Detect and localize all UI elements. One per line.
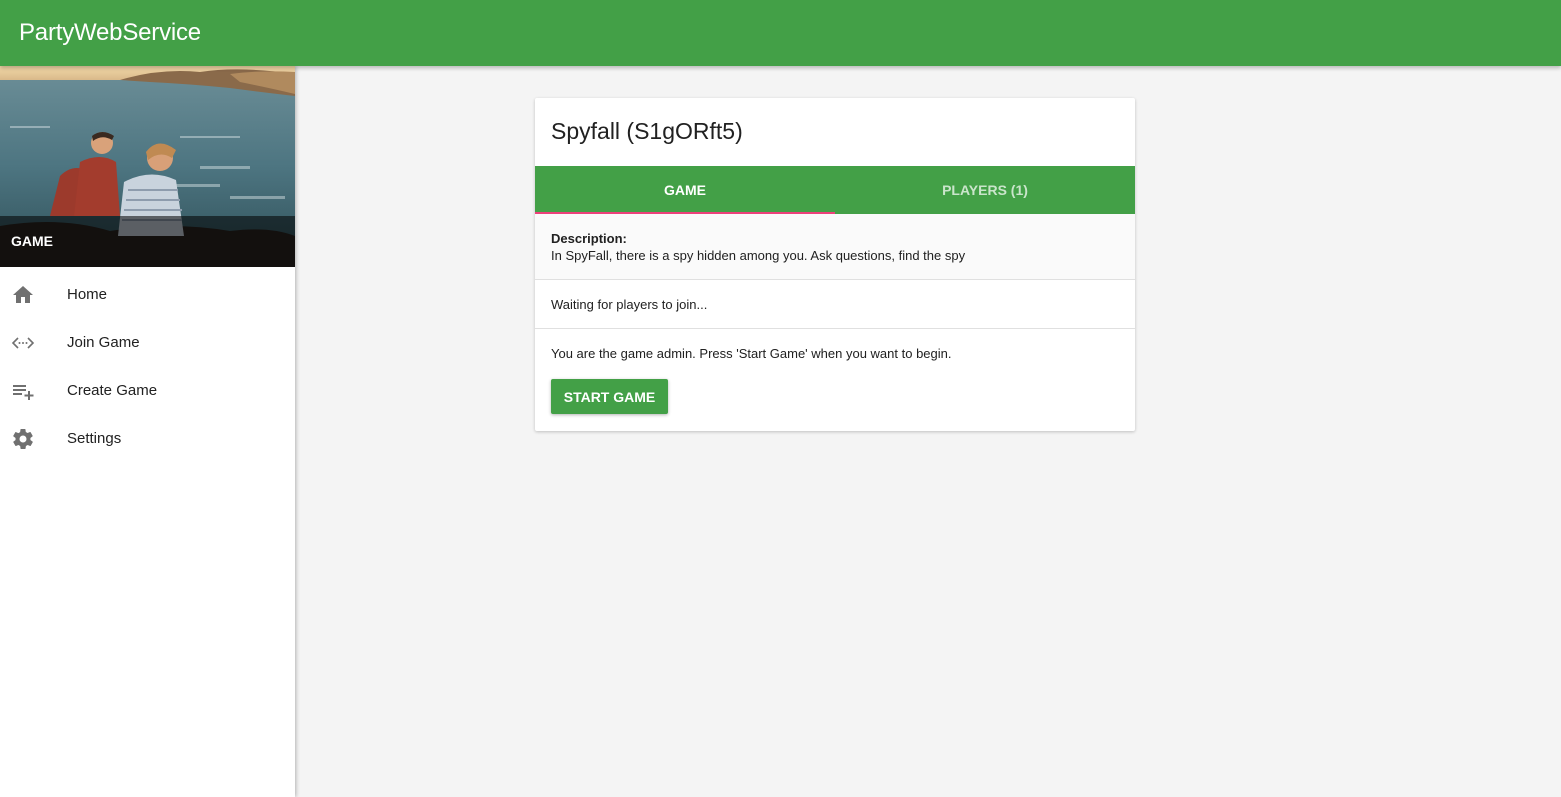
- status-text: Waiting for players to join...: [551, 297, 708, 312]
- join-code-icon: [11, 331, 35, 355]
- status-section: Waiting for players to join...: [535, 280, 1135, 329]
- sidebar-item-label: Home: [67, 286, 108, 303]
- description-text: In SpyFall, there is a spy hidden among …: [551, 248, 966, 263]
- sidebar: GAME Home Join Game Create Game Settings: [0, 66, 295, 797]
- sidebar-header-title: GAME: [11, 233, 53, 249]
- sidebar-nav: Home Join Game Create Game Settings: [0, 267, 295, 462]
- sidebar-item-label: Join Game: [67, 334, 140, 351]
- start-game-button[interactable]: START GAME: [551, 379, 668, 414]
- tab-game[interactable]: GAME: [535, 166, 835, 214]
- sidebar-item-label: Create Game: [67, 382, 158, 399]
- description-section: Description: In SpyFall, there is a spy …: [535, 214, 1135, 280]
- sidebar-item-label: Settings: [67, 430, 122, 447]
- sidebar-item-settings[interactable]: Settings: [0, 414, 295, 462]
- home-icon: [11, 283, 35, 307]
- app-title: PartyWebService: [19, 19, 201, 46]
- admin-text: You are the game admin. Press 'Start Gam…: [551, 346, 952, 361]
- tab-players[interactable]: PLAYERS (1): [835, 166, 1135, 214]
- game-title: Spyfall (S1gORft5): [551, 118, 743, 144]
- app-bar: PartyWebService: [0, 0, 1561, 66]
- sidebar-header: GAME: [0, 66, 295, 267]
- game-card: Spyfall (S1gORft5) GAME PLAYERS (1) Desc…: [535, 98, 1135, 431]
- playlist-add-icon: [11, 379, 35, 403]
- description-label: Description:: [551, 231, 627, 246]
- sidebar-item-join-game[interactable]: Join Game: [0, 318, 295, 366]
- sidebar-item-create-game[interactable]: Create Game: [0, 366, 295, 414]
- game-tabs: GAME PLAYERS (1): [535, 166, 1135, 214]
- sidebar-item-home[interactable]: Home: [0, 270, 295, 318]
- gear-icon: [11, 427, 35, 451]
